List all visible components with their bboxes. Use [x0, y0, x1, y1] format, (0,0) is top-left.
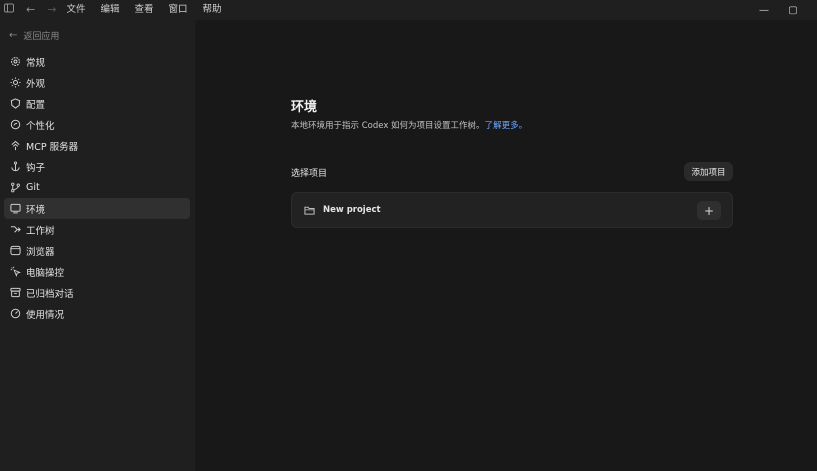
sidebar-item-label: 钩子 — [26, 162, 46, 174]
sidebar-item-label: 常规 — [26, 57, 46, 69]
project-row[interactable]: New project + — [291, 192, 733, 228]
sidebar-item-label: 配置 — [26, 99, 46, 111]
sidebar-item-label: 浏览器 — [26, 246, 55, 258]
maximize-button[interactable]: ▢ — [777, 0, 809, 20]
computer-use-icon — [9, 266, 21, 278]
sidebar-item-git[interactable]: Git — [4, 177, 190, 198]
menu-file[interactable]: 文件 — [66, 0, 85, 20]
description-text: 本地环境用于指示 Codex 如何为项目设置工作树。 — [291, 121, 485, 131]
menu-view[interactable]: 查看 — [134, 0, 153, 20]
sidebar-item-config[interactable]: 配置 — [4, 93, 190, 114]
folder-icon — [304, 205, 315, 216]
learn-more-link[interactable]: 了解更多。 — [485, 121, 528, 131]
sidebar-item-label: 工作树 — [26, 225, 55, 237]
mcp-icon — [9, 140, 21, 152]
sidebar-item-label: 环境 — [26, 204, 46, 216]
shield-icon — [9, 98, 21, 110]
gauge-icon — [9, 308, 21, 320]
back-arrow-icon: ← — [9, 30, 18, 41]
worktree-icon — [9, 224, 21, 236]
back-to-app-link[interactable]: ← 返回应用 — [9, 29, 59, 42]
back-arrow-icon[interactable]: ← — [26, 0, 35, 20]
sidebar-item-label: MCP 服务器 — [26, 141, 79, 153]
page-description: 本地环境用于指示 Codex 如何为项目设置工作树。了解更多。 — [291, 119, 527, 131]
sidebar-item-computer-use[interactable]: 电脑操控 — [4, 261, 190, 282]
page-title: 环境 — [291, 100, 318, 115]
sidebar-item-usage[interactable]: 使用情况 — [4, 303, 190, 324]
menu-bar: 文件 编辑 查看 窗口 帮助 — [66, 0, 236, 20]
select-project-heading: 选择项目 — [291, 169, 328, 179]
sidebar-item-environment[interactable]: 环境 — [4, 198, 190, 219]
sidebar-item-personalization[interactable]: 个性化 — [4, 114, 190, 135]
sidebar-item-label: 已归档对话 — [26, 288, 74, 300]
sun-icon — [9, 77, 21, 89]
sidebar-item-archived-chats[interactable]: 已归档对话 — [4, 282, 190, 303]
sidebar-item-label: 外观 — [26, 78, 46, 90]
archive-icon — [9, 287, 21, 299]
sidebar-item-appearance[interactable]: 外观 — [4, 72, 190, 93]
sidebar-item-general[interactable]: 常规 — [4, 51, 190, 72]
gear-icon — [9, 56, 21, 68]
personalize-icon — [9, 119, 21, 131]
menu-help[interactable]: 帮助 — [203, 0, 222, 20]
title-bar: ← → 文件 编辑 查看 窗口 帮助 — ▢ — [0, 0, 817, 20]
back-to-app-label: 返回应用 — [23, 32, 60, 42]
sidebar-item-label: 电脑操控 — [26, 267, 65, 279]
settings-sidebar: ← 返回应用 常规 外观 配置 个性化 MCP 服务器 钩子 Git 环境 工作… — [0, 20, 195, 471]
sidebar-item-browser[interactable]: 浏览器 — [4, 240, 190, 261]
add-environment-button[interactable]: + — [697, 201, 721, 220]
add-project-button[interactable]: 添加项目 — [684, 162, 733, 181]
sidebar-item-hooks[interactable]: 钩子 — [4, 156, 190, 177]
sidebar-item-label: 个性化 — [26, 120, 55, 132]
sidebar-item-worktree[interactable]: 工作树 — [4, 219, 190, 240]
sidebar-toggle-icon[interactable] — [4, 0, 14, 20]
minimize-button[interactable]: — — [748, 0, 780, 20]
browser-icon — [9, 245, 21, 257]
sidebar-item-label: Git — [26, 182, 40, 193]
menu-window[interactable]: 窗口 — [168, 0, 187, 20]
sidebar-item-label: 使用情况 — [26, 309, 65, 321]
menu-edit[interactable]: 编辑 — [100, 0, 119, 20]
forward-arrow-icon[interactable]: → — [47, 0, 56, 20]
anchor-icon — [9, 161, 21, 173]
settings-nav: 常规 外观 配置 个性化 MCP 服务器 钩子 Git 环境 工作树 浏览器 电… — [4, 51, 190, 324]
sidebar-item-mcp-servers[interactable]: MCP 服务器 — [4, 135, 190, 156]
project-name: New project — [323, 205, 381, 215]
git-branch-icon — [9, 182, 21, 194]
environment-settings-panel: 环境 本地环境用于指示 Codex 如何为项目设置工作树。了解更多。 选择项目 … — [195, 20, 817, 471]
monitor-icon — [9, 203, 21, 215]
